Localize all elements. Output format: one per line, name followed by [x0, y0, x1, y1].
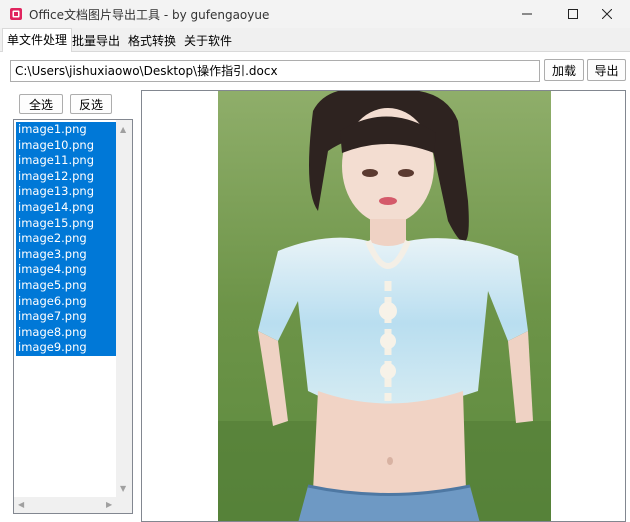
preview-photo: [218, 91, 551, 521]
invert-selection-button[interactable]: 反选: [70, 94, 112, 114]
list-item[interactable]: image12.png: [16, 168, 116, 185]
list-item[interactable]: image14.png: [16, 199, 116, 216]
minimize-button[interactable]: [504, 0, 550, 28]
file-path-input[interactable]: C:\Users\jishuxiaowo\Desktop\操作指引.docx: [10, 60, 540, 82]
window-title: Office文档图片导出工具 - by gufengaoyue: [29, 8, 270, 22]
list-item[interactable]: image4.png: [16, 262, 116, 278]
scroll-left-icon[interactable]: ◀: [18, 500, 24, 509]
list-item[interactable]: image2.png: [16, 231, 116, 247]
tab-batch-export[interactable]: 批量导出: [68, 30, 124, 52]
list-item[interactable]: image6.png: [16, 293, 116, 310]
close-button[interactable]: [584, 0, 630, 28]
close-icon: [602, 9, 612, 19]
tab-format-convert[interactable]: 格式转换: [124, 30, 180, 52]
scroll-right-icon[interactable]: ▶: [106, 500, 112, 509]
horizontal-scrollbar[interactable]: ◀ ▶: [14, 497, 132, 513]
export-button[interactable]: 导出: [587, 59, 626, 81]
list-item[interactable]: image3.png: [16, 246, 116, 263]
list-item[interactable]: image10.png: [16, 137, 116, 154]
scroll-down-icon[interactable]: ▼: [120, 484, 126, 493]
list-item[interactable]: image15.png: [16, 215, 116, 232]
tab-content: C:\Users\jishuxiaowo\Desktop\操作指引.docx 加…: [0, 52, 630, 522]
image-list[interactable]: image1.png image10.png image11.png image12.…: [13, 119, 133, 514]
maximize-icon: [568, 9, 578, 19]
title-bar: Office文档图片导出工具 - by gufengaoyue: [0, 0, 630, 28]
list-item[interactable]: image13.png: [16, 184, 116, 200]
tab-single-file[interactable]: 单文件处理: [2, 28, 73, 53]
minimize-icon: [522, 13, 532, 15]
tab-bar: 单文件处理 批量导出 格式转换 关于软件: [0, 28, 630, 53]
image-preview: [141, 90, 626, 522]
list-item[interactable]: image7.png: [16, 309, 116, 325]
load-button[interactable]: 加载: [544, 59, 584, 81]
list-item[interactable]: image8.png: [16, 324, 116, 341]
scrollbar-corner: [116, 497, 132, 513]
list-item[interactable]: image9.png: [16, 340, 116, 356]
list-item[interactable]: image5.png: [16, 277, 116, 294]
list-item[interactable]: image1.png: [16, 122, 116, 138]
scroll-up-icon[interactable]: ▲: [120, 125, 126, 134]
app-icon: [10, 8, 22, 20]
select-all-button[interactable]: 全选: [19, 94, 63, 114]
tab-about[interactable]: 关于软件: [180, 30, 236, 52]
vertical-scrollbar[interactable]: ▲ ▼: [116, 120, 132, 498]
image-list-items: image1.png image10.png image11.png image12.…: [16, 122, 116, 356]
list-item[interactable]: image11.png: [16, 153, 116, 169]
